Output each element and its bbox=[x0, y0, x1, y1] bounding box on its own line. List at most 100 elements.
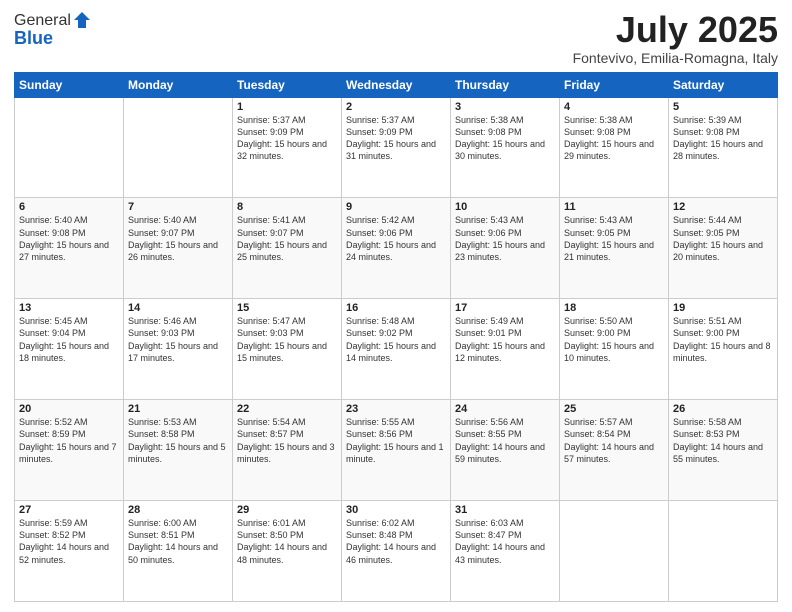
col-monday: Monday bbox=[124, 72, 233, 97]
day-info: Sunrise: 5:46 AM Sunset: 9:03 PM Dayligh… bbox=[128, 315, 228, 364]
day-info: Sunrise: 5:40 AM Sunset: 9:08 PM Dayligh… bbox=[19, 214, 119, 263]
day-cell: 8Sunrise: 5:41 AM Sunset: 9:07 PM Daylig… bbox=[233, 198, 342, 299]
day-cell: 20Sunrise: 5:52 AM Sunset: 8:59 PM Dayli… bbox=[15, 400, 124, 501]
day-info: Sunrise: 5:56 AM Sunset: 8:55 PM Dayligh… bbox=[455, 416, 555, 465]
day-number: 6 bbox=[19, 201, 119, 213]
day-number: 24 bbox=[455, 403, 555, 415]
day-number: 26 bbox=[673, 403, 773, 415]
day-cell: 28Sunrise: 6:00 AM Sunset: 8:51 PM Dayli… bbox=[124, 501, 233, 602]
col-friday: Friday bbox=[560, 72, 669, 97]
page: General Blue July 2025 Fontevivo, Emilia… bbox=[0, 0, 792, 612]
day-info: Sunrise: 6:00 AM Sunset: 8:51 PM Dayligh… bbox=[128, 517, 228, 566]
day-number: 3 bbox=[455, 101, 555, 113]
col-tuesday: Tuesday bbox=[233, 72, 342, 97]
day-info: Sunrise: 5:52 AM Sunset: 8:59 PM Dayligh… bbox=[19, 416, 119, 465]
day-cell: 18Sunrise: 5:50 AM Sunset: 9:00 PM Dayli… bbox=[560, 299, 669, 400]
day-info: Sunrise: 5:51 AM Sunset: 9:00 PM Dayligh… bbox=[673, 315, 773, 364]
day-cell bbox=[669, 501, 778, 602]
day-cell: 6Sunrise: 5:40 AM Sunset: 9:08 PM Daylig… bbox=[15, 198, 124, 299]
day-cell bbox=[15, 97, 124, 198]
day-info: Sunrise: 5:55 AM Sunset: 8:56 PM Dayligh… bbox=[346, 416, 446, 465]
week-row-3: 20Sunrise: 5:52 AM Sunset: 8:59 PM Dayli… bbox=[15, 400, 778, 501]
day-number: 23 bbox=[346, 403, 446, 415]
day-cell: 2Sunrise: 5:37 AM Sunset: 9:09 PM Daylig… bbox=[342, 97, 451, 198]
day-cell: 12Sunrise: 5:44 AM Sunset: 9:05 PM Dayli… bbox=[669, 198, 778, 299]
day-info: Sunrise: 5:54 AM Sunset: 8:57 PM Dayligh… bbox=[237, 416, 337, 465]
day-number: 29 bbox=[237, 504, 337, 516]
day-info: Sunrise: 5:49 AM Sunset: 9:01 PM Dayligh… bbox=[455, 315, 555, 364]
day-number: 17 bbox=[455, 302, 555, 314]
day-cell: 15Sunrise: 5:47 AM Sunset: 9:03 PM Dayli… bbox=[233, 299, 342, 400]
day-info: Sunrise: 5:42 AM Sunset: 9:06 PM Dayligh… bbox=[346, 214, 446, 263]
day-number: 5 bbox=[673, 101, 773, 113]
day-info: Sunrise: 5:59 AM Sunset: 8:52 PM Dayligh… bbox=[19, 517, 119, 566]
day-cell: 24Sunrise: 5:56 AM Sunset: 8:55 PM Dayli… bbox=[451, 400, 560, 501]
day-cell: 26Sunrise: 5:58 AM Sunset: 8:53 PM Dayli… bbox=[669, 400, 778, 501]
day-cell: 9Sunrise: 5:42 AM Sunset: 9:06 PM Daylig… bbox=[342, 198, 451, 299]
day-number: 21 bbox=[128, 403, 228, 415]
day-cell: 16Sunrise: 5:48 AM Sunset: 9:02 PM Dayli… bbox=[342, 299, 451, 400]
day-cell: 30Sunrise: 6:02 AM Sunset: 8:48 PM Dayli… bbox=[342, 501, 451, 602]
day-info: Sunrise: 5:44 AM Sunset: 9:05 PM Dayligh… bbox=[673, 214, 773, 263]
day-info: Sunrise: 5:53 AM Sunset: 8:58 PM Dayligh… bbox=[128, 416, 228, 465]
day-cell: 3Sunrise: 5:38 AM Sunset: 9:08 PM Daylig… bbox=[451, 97, 560, 198]
day-cell: 7Sunrise: 5:40 AM Sunset: 9:07 PM Daylig… bbox=[124, 198, 233, 299]
day-number: 18 bbox=[564, 302, 664, 314]
day-info: Sunrise: 5:57 AM Sunset: 8:54 PM Dayligh… bbox=[564, 416, 664, 465]
day-cell: 21Sunrise: 5:53 AM Sunset: 8:58 PM Dayli… bbox=[124, 400, 233, 501]
week-row-0: 1Sunrise: 5:37 AM Sunset: 9:09 PM Daylig… bbox=[15, 97, 778, 198]
day-info: Sunrise: 6:01 AM Sunset: 8:50 PM Dayligh… bbox=[237, 517, 337, 566]
subtitle: Fontevivo, Emilia-Romagna, Italy bbox=[573, 50, 778, 66]
day-info: Sunrise: 5:43 AM Sunset: 9:06 PM Dayligh… bbox=[455, 214, 555, 263]
day-cell: 10Sunrise: 5:43 AM Sunset: 9:06 PM Dayli… bbox=[451, 198, 560, 299]
day-number: 19 bbox=[673, 302, 773, 314]
day-cell: 29Sunrise: 6:01 AM Sunset: 8:50 PM Dayli… bbox=[233, 501, 342, 602]
logo: General Blue bbox=[14, 10, 92, 49]
day-cell: 1Sunrise: 5:37 AM Sunset: 9:09 PM Daylig… bbox=[233, 97, 342, 198]
day-number: 28 bbox=[128, 504, 228, 516]
main-title: July 2025 bbox=[573, 10, 778, 50]
day-info: Sunrise: 5:47 AM Sunset: 9:03 PM Dayligh… bbox=[237, 315, 337, 364]
day-number: 9 bbox=[346, 201, 446, 213]
logo-icon bbox=[72, 10, 92, 30]
logo-blue-text: Blue bbox=[14, 28, 53, 49]
day-cell: 14Sunrise: 5:46 AM Sunset: 9:03 PM Dayli… bbox=[124, 299, 233, 400]
col-saturday: Saturday bbox=[669, 72, 778, 97]
day-number: 31 bbox=[455, 504, 555, 516]
day-number: 13 bbox=[19, 302, 119, 314]
week-row-4: 27Sunrise: 5:59 AM Sunset: 8:52 PM Dayli… bbox=[15, 501, 778, 602]
col-thursday: Thursday bbox=[451, 72, 560, 97]
day-cell: 27Sunrise: 5:59 AM Sunset: 8:52 PM Dayli… bbox=[15, 501, 124, 602]
day-info: Sunrise: 5:38 AM Sunset: 9:08 PM Dayligh… bbox=[564, 114, 664, 163]
header: General Blue July 2025 Fontevivo, Emilia… bbox=[14, 10, 778, 66]
title-block: July 2025 Fontevivo, Emilia-Romagna, Ita… bbox=[573, 10, 778, 66]
day-number: 16 bbox=[346, 302, 446, 314]
day-info: Sunrise: 5:40 AM Sunset: 9:07 PM Dayligh… bbox=[128, 214, 228, 263]
day-info: Sunrise: 6:03 AM Sunset: 8:47 PM Dayligh… bbox=[455, 517, 555, 566]
day-cell bbox=[560, 501, 669, 602]
day-number: 20 bbox=[19, 403, 119, 415]
day-cell: 11Sunrise: 5:43 AM Sunset: 9:05 PM Dayli… bbox=[560, 198, 669, 299]
day-info: Sunrise: 5:43 AM Sunset: 9:05 PM Dayligh… bbox=[564, 214, 664, 263]
col-sunday: Sunday bbox=[15, 72, 124, 97]
col-wednesday: Wednesday bbox=[342, 72, 451, 97]
day-cell: 22Sunrise: 5:54 AM Sunset: 8:57 PM Dayli… bbox=[233, 400, 342, 501]
day-cell: 4Sunrise: 5:38 AM Sunset: 9:08 PM Daylig… bbox=[560, 97, 669, 198]
day-number: 8 bbox=[237, 201, 337, 213]
calendar-table: Sunday Monday Tuesday Wednesday Thursday… bbox=[14, 72, 778, 602]
day-number: 1 bbox=[237, 101, 337, 113]
day-cell: 13Sunrise: 5:45 AM Sunset: 9:04 PM Dayli… bbox=[15, 299, 124, 400]
day-info: Sunrise: 5:48 AM Sunset: 9:02 PM Dayligh… bbox=[346, 315, 446, 364]
day-info: Sunrise: 6:02 AM Sunset: 8:48 PM Dayligh… bbox=[346, 517, 446, 566]
day-number: 2 bbox=[346, 101, 446, 113]
day-info: Sunrise: 5:50 AM Sunset: 9:00 PM Dayligh… bbox=[564, 315, 664, 364]
day-info: Sunrise: 5:45 AM Sunset: 9:04 PM Dayligh… bbox=[19, 315, 119, 364]
day-cell: 31Sunrise: 6:03 AM Sunset: 8:47 PM Dayli… bbox=[451, 501, 560, 602]
day-number: 11 bbox=[564, 201, 664, 213]
day-number: 22 bbox=[237, 403, 337, 415]
day-number: 4 bbox=[564, 101, 664, 113]
day-info: Sunrise: 5:38 AM Sunset: 9:08 PM Dayligh… bbox=[455, 114, 555, 163]
day-info: Sunrise: 5:58 AM Sunset: 8:53 PM Dayligh… bbox=[673, 416, 773, 465]
day-number: 15 bbox=[237, 302, 337, 314]
week-row-1: 6Sunrise: 5:40 AM Sunset: 9:08 PM Daylig… bbox=[15, 198, 778, 299]
